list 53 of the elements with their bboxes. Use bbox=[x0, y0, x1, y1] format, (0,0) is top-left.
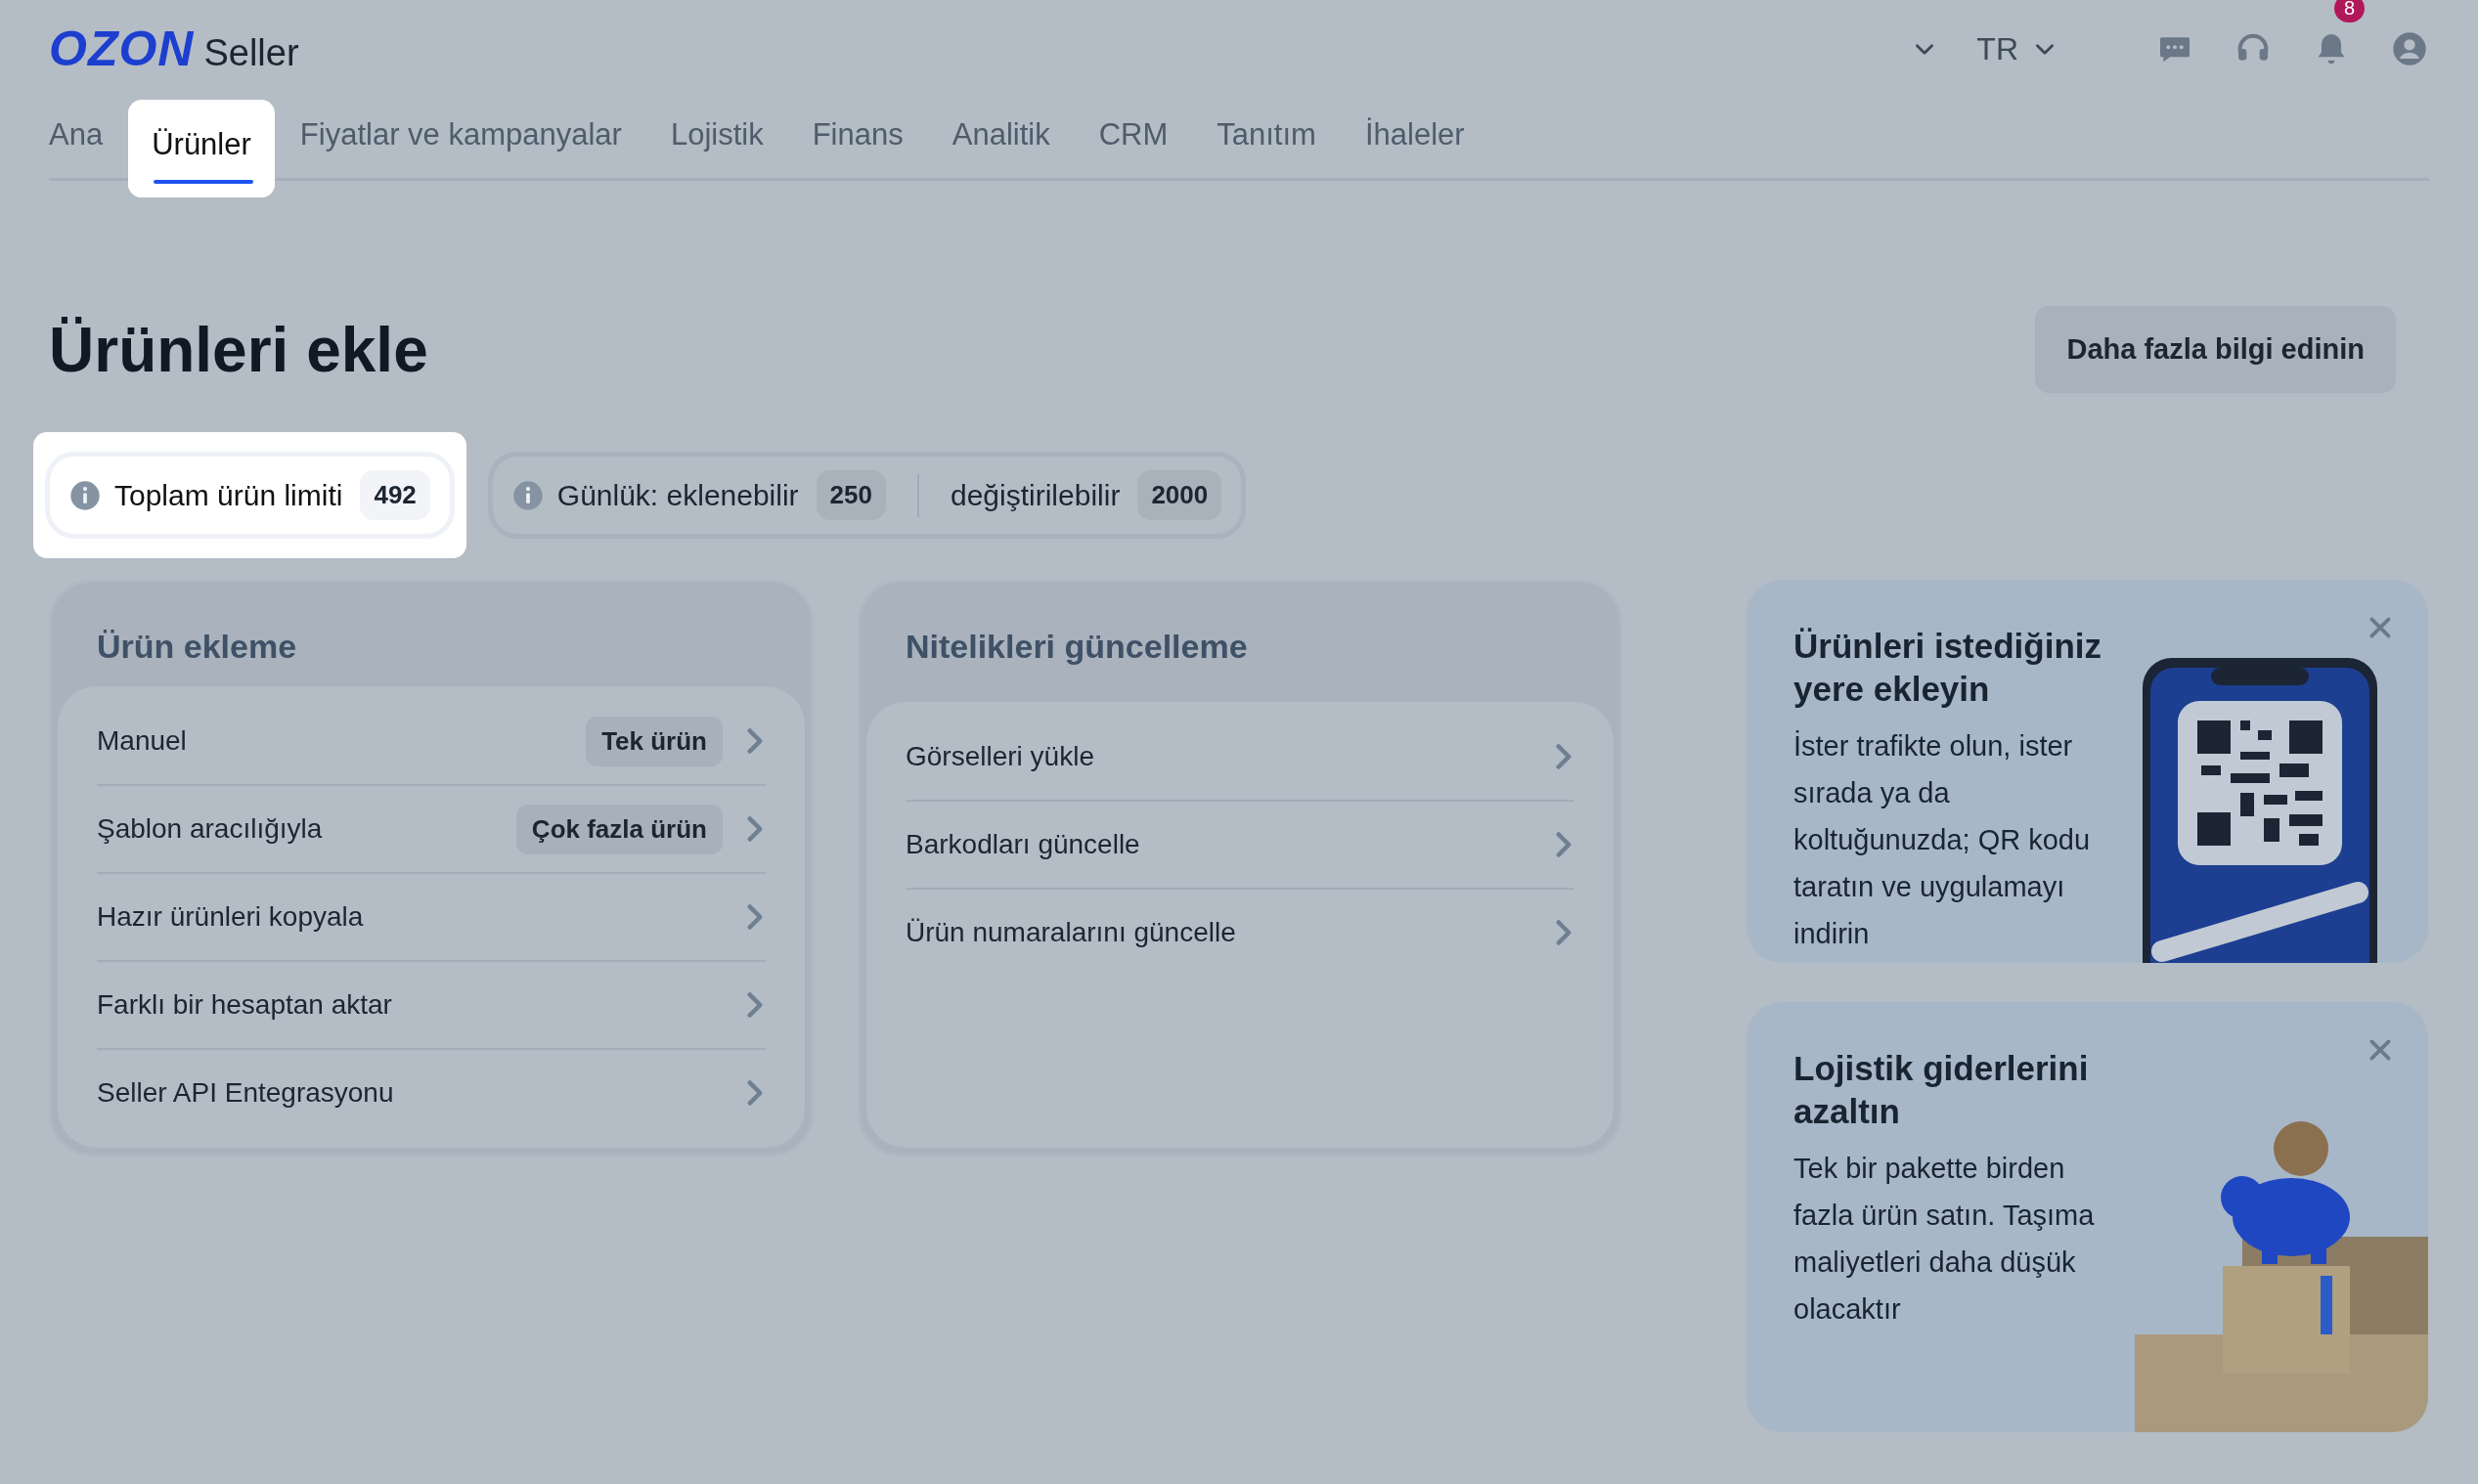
nav-tab[interactable]: Ürünler bbox=[128, 100, 275, 197]
language-selector[interactable]: TR bbox=[1976, 30, 2058, 67]
nav-tab[interactable]: İhaleler bbox=[1341, 100, 1488, 178]
limit-label: değiştirilebilir bbox=[951, 478, 1121, 512]
limit-label: Günlük: eklenebilir bbox=[556, 478, 799, 512]
nav-tab[interactable]: Tanıtım bbox=[1193, 100, 1340, 178]
limit-count: 2000 bbox=[1137, 470, 1222, 520]
nav-tab[interactable]: Fiyatlar ve kampanyalar bbox=[276, 100, 645, 178]
menu-row[interactable]: Şablon aracılığıyla Çok fazla ürün bbox=[97, 786, 766, 874]
notification-badge: 8 bbox=[2333, 0, 2365, 22]
row-label: Hazır ürünleri kopyala bbox=[97, 901, 365, 933]
close-icon[interactable] bbox=[2367, 1037, 2393, 1063]
menu-row[interactable]: Ürün numaralarını güncelle bbox=[906, 890, 1574, 976]
row-label: Barkodları güncelle bbox=[906, 829, 1141, 860]
promo-title: Ürünleri istediğiniz yere ekleyin bbox=[1793, 626, 2103, 710]
nav-tab[interactable]: Finans bbox=[788, 100, 927, 178]
page-title: Ürünleri ekle bbox=[49, 313, 428, 386]
menu-row[interactable]: Barkodları güncelle bbox=[906, 802, 1574, 890]
row-tag: Tek ürün bbox=[586, 716, 723, 766]
nav-tab[interactable]: CRM bbox=[1075, 100, 1192, 178]
limit-label: Toplam ürün limiti bbox=[114, 478, 343, 512]
row-label: Seller API Entegrasyonu bbox=[97, 1077, 395, 1109]
info-icon[interactable] bbox=[69, 479, 101, 511]
section-title: Ürün ekleme bbox=[97, 628, 298, 667]
row-label: Görselleri yükle bbox=[906, 741, 1095, 772]
logo[interactable]: OZON bbox=[49, 21, 195, 77]
row-label: Farklı bir hesaptan aktar bbox=[97, 989, 393, 1021]
menu-row[interactable]: Seller API Entegrasyonu bbox=[97, 1050, 766, 1136]
row-label: Şablon aracılığıyla bbox=[97, 813, 324, 845]
learn-more-button[interactable]: Daha fazla bilgi edinin bbox=[2035, 306, 2396, 393]
row-label: Ürün numaralarını güncelle bbox=[906, 917, 1237, 948]
promo-text: Tek bir pakette birden fazla ürün satın. Taşıma maliyetleri daha düşük olacaktır bbox=[1793, 1152, 2096, 1327]
chevron-right-icon bbox=[1553, 743, 1574, 770]
promo-title: Lojistik giderlerini azaltın bbox=[1793, 1048, 2090, 1132]
logo-suffix: Seller bbox=[203, 32, 299, 74]
limit-count: 250 bbox=[816, 470, 886, 520]
menu-row[interactable]: Manuel Tek ürün bbox=[97, 698, 766, 786]
menu-row[interactable]: Farklı bir hesaptan aktar bbox=[97, 962, 766, 1050]
info-icon[interactable] bbox=[511, 479, 544, 511]
menu-row[interactable]: Hazır ürünleri kopyala bbox=[97, 874, 766, 962]
row-tag: Çok fazla ürün bbox=[515, 804, 723, 854]
chevron-right-icon bbox=[744, 727, 766, 755]
section-title: Nitelikleri güncelleme bbox=[906, 628, 1249, 667]
close-icon[interactable] bbox=[2367, 615, 2393, 640]
user-icon[interactable] bbox=[2390, 29, 2429, 68]
nav-tab[interactable]: Analitik bbox=[928, 100, 1074, 178]
chevron-right-icon bbox=[744, 991, 766, 1019]
nav-tab[interactable]: Lojistik bbox=[646, 100, 787, 178]
nav-tab[interactable]: Ana bbox=[49, 100, 127, 178]
menu-row[interactable]: Görselleri yükle bbox=[906, 714, 1574, 802]
promo-text: İster trafikte olun, ister sırada ya da koltuğunuzda; QR kodu taratın ve uygulamayı indirin bbox=[1793, 729, 2092, 951]
row-label: Manuel bbox=[97, 725, 188, 757]
limit-count: 492 bbox=[360, 470, 430, 520]
